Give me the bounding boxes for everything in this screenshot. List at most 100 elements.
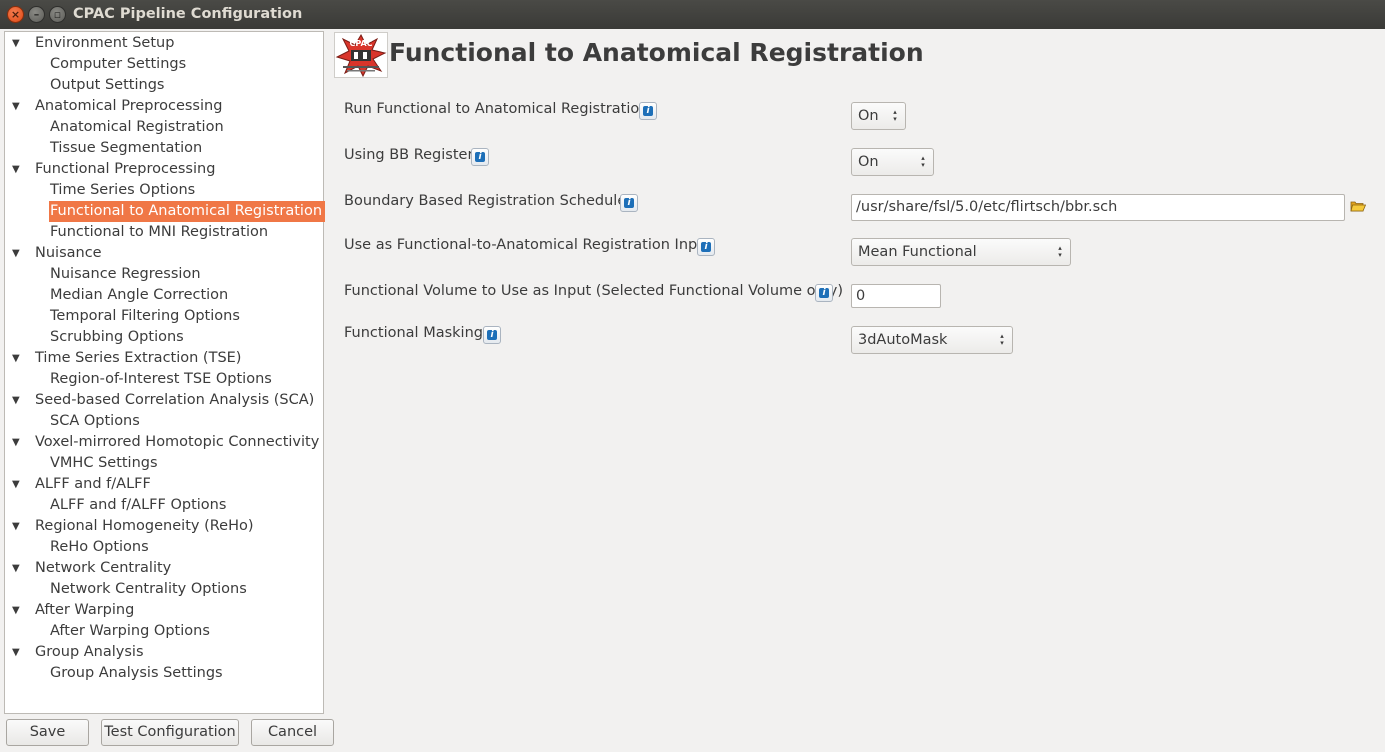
- tree-item-label: VMHC Settings: [50, 455, 158, 471]
- tree-item-label: Voxel-mirrored Homotopic Connectivity: [35, 434, 320, 450]
- help-icon[interactable]: i: [697, 238, 715, 256]
- tree-item-label: Output Settings: [50, 77, 165, 93]
- tree-item-scrubbing-options[interactable]: Scrubbing Options: [49, 327, 187, 348]
- tree-item-median-angle-correction[interactable]: Median Angle Correction: [49, 285, 231, 306]
- tree-item-label: ALFF and f/ALFF: [35, 476, 151, 492]
- functional-masking-select[interactable]: 3dAutoMask ▴ ▾: [851, 326, 1013, 354]
- tree-category-network-centrality[interactable]: Network Centrality: [34, 558, 174, 579]
- tree-item-vmhc-settings[interactable]: VMHC Settings: [49, 453, 161, 474]
- tree-item-label: Temporal Filtering Options: [50, 308, 240, 324]
- spin-arrows-icon: ▴ ▾: [921, 154, 925, 169]
- tree-category-time-series-extraction-tse[interactable]: Time Series Extraction (TSE): [34, 348, 244, 369]
- tree-item-label: Region-of-Interest TSE Options: [50, 371, 272, 387]
- functional-volume-input[interactable]: 0: [851, 284, 941, 308]
- tree-category-alff-and-f-alff[interactable]: ALFF and f/ALFF: [34, 474, 154, 495]
- tree-category-anatomical-preprocessing[interactable]: Anatomical Preprocessing: [34, 96, 225, 117]
- cpac-logo: CPAC: [334, 32, 388, 78]
- cancel-button[interactable]: Cancel: [251, 719, 334, 746]
- folder-open-icon[interactable]: [1350, 199, 1367, 213]
- spin-arrows-icon: ▴ ▾: [1000, 332, 1004, 347]
- expand-arrow-icon[interactable]: ▼: [12, 390, 22, 411]
- expand-arrow-icon[interactable]: ▼: [12, 96, 22, 117]
- tree-item-label: SCA Options: [50, 413, 140, 429]
- tree-item-label: Computer Settings: [50, 56, 187, 72]
- tree-item-label: Median Angle Correction: [50, 287, 229, 303]
- registration-input-value: Mean Functional: [858, 244, 977, 260]
- expand-arrow-icon[interactable]: ▼: [12, 642, 22, 663]
- tree-category-after-warping[interactable]: After Warping: [34, 600, 137, 621]
- tree-item-functional-to-anatomical-registration[interactable]: Functional to Anatomical Registration: [49, 201, 326, 222]
- tree-item-reho-options[interactable]: ReHo Options: [49, 537, 152, 558]
- tree-item-label: Regional Homogeneity (ReHo): [35, 518, 254, 534]
- expand-arrow-icon[interactable]: ▼: [12, 33, 22, 54]
- bb-register-value: On: [858, 154, 879, 170]
- tree-item-label: After Warping: [35, 602, 135, 618]
- save-button[interactable]: Save: [6, 719, 89, 746]
- expand-arrow-icon[interactable]: ▼: [12, 558, 22, 579]
- tree-item-region-of-interest-tse-options[interactable]: Region-of-Interest TSE Options: [49, 369, 275, 390]
- tree-category-voxel-mirrored-homotopic-connectivity[interactable]: Voxel-mirrored Homotopic Connectivity: [34, 432, 322, 453]
- tree-item-time-series-options[interactable]: Time Series Options: [49, 180, 198, 201]
- tree-item-label: Time Series Options: [50, 182, 196, 198]
- tree-item-group-analysis-settings[interactable]: Group Analysis Settings: [49, 663, 226, 684]
- tree-item-alff-and-f-alff-options[interactable]: ALFF and f/ALFF Options: [49, 495, 229, 516]
- tree-item-label: After Warping Options: [50, 623, 210, 639]
- tree-item-after-warping-options[interactable]: After Warping Options: [49, 621, 213, 642]
- maximize-icon[interactable]: ▫: [49, 6, 66, 23]
- expand-arrow-icon[interactable]: ▼: [12, 516, 22, 537]
- test-configuration-button[interactable]: Test Configuration: [101, 719, 239, 746]
- window-title: CPAC Pipeline Configuration: [73, 6, 303, 22]
- tree-item-label: Environment Setup: [35, 35, 175, 51]
- tree-item-tissue-segmentation[interactable]: Tissue Segmentation: [49, 138, 205, 159]
- tree-item-anatomical-registration[interactable]: Anatomical Registration: [49, 117, 227, 138]
- tree-item-functional-to-mni-registration[interactable]: Functional to MNI Registration: [49, 222, 271, 243]
- tree-item-label: Tissue Segmentation: [50, 140, 203, 156]
- tree-category-nuisance[interactable]: Nuisance: [34, 243, 105, 264]
- tree-item-label: ALFF and f/ALFF Options: [50, 497, 227, 513]
- minimize-icon[interactable]: –: [28, 6, 45, 23]
- tree-item-label: Functional Preprocessing: [35, 161, 216, 177]
- tree-item-label: Nuisance: [35, 245, 102, 261]
- tree-item-network-centrality-options[interactable]: Network Centrality Options: [49, 579, 250, 600]
- bb-register-label: Using BB Register: [344, 147, 474, 163]
- expand-arrow-icon[interactable]: ▼: [12, 243, 22, 264]
- tree-item-label: Functional to MNI Registration: [50, 224, 269, 240]
- help-icon[interactable]: i: [483, 326, 501, 344]
- tree-item-label: Group Analysis: [35, 644, 144, 660]
- run-registration-select[interactable]: On ▴ ▾: [851, 102, 906, 130]
- functional-masking-label: Functional Masking: [344, 325, 483, 341]
- page-title: Functional to Anatomical Registration: [389, 38, 924, 67]
- title-bar: × – ▫ CPAC Pipeline Configuration: [0, 0, 1385, 29]
- tree-category-group-analysis[interactable]: Group Analysis: [34, 642, 147, 663]
- registration-input-select[interactable]: Mean Functional ▴ ▾: [851, 238, 1071, 266]
- tree-item-label: Network Centrality Options: [50, 581, 247, 597]
- expand-arrow-icon[interactable]: ▼: [12, 348, 22, 369]
- tree-category-regional-homogeneity-reho[interactable]: Regional Homogeneity (ReHo): [34, 516, 257, 537]
- tree-item-computer-settings[interactable]: Computer Settings: [49, 54, 189, 75]
- expand-arrow-icon[interactable]: ▼: [12, 600, 22, 621]
- bbr-scheduler-input[interactable]: /usr/share/fsl/5.0/etc/flirtsch/bbr.sch: [851, 194, 1345, 221]
- help-icon[interactable]: i: [620, 194, 638, 212]
- tree-item-label: Network Centrality: [35, 560, 172, 576]
- bbr-scheduler-label: Boundary Based Registration Scheduler: [344, 193, 633, 209]
- tree-item-temporal-filtering-options[interactable]: Temporal Filtering Options: [49, 306, 243, 327]
- close-icon[interactable]: ×: [7, 6, 24, 23]
- bb-register-select[interactable]: On ▴ ▾: [851, 148, 934, 176]
- help-icon[interactable]: i: [639, 102, 657, 120]
- tree-item-nuisance-regression[interactable]: Nuisance Regression: [49, 264, 204, 285]
- tree-category-seed-based-correlation-analysis-sca[interactable]: Seed-based Correlation Analysis (SCA): [34, 390, 317, 411]
- tree-category-environment-setup[interactable]: Environment Setup: [34, 33, 177, 54]
- expand-arrow-icon[interactable]: ▼: [12, 159, 22, 180]
- tree-item-sca-options[interactable]: SCA Options: [49, 411, 143, 432]
- tree-category-functional-preprocessing[interactable]: Functional Preprocessing: [34, 159, 218, 180]
- help-icon[interactable]: i: [815, 284, 833, 302]
- expand-arrow-icon[interactable]: ▼: [12, 474, 22, 495]
- expand-arrow-icon[interactable]: ▼: [12, 432, 22, 453]
- functional-volume-label: Functional Volume to Use as Input (Selec…: [344, 283, 843, 299]
- settings-tree[interactable]: Environment Setup ▼ Computer Settings Outpu…: [4, 31, 326, 714]
- tree-item-label: Functional to Anatomical Registration: [49, 201, 326, 222]
- tree-item-output-settings[interactable]: Output Settings: [49, 75, 167, 96]
- help-icon[interactable]: i: [471, 148, 489, 166]
- tree-item-label: Seed-based Correlation Analysis (SCA): [35, 392, 315, 408]
- tree-item-label: Anatomical Preprocessing: [35, 98, 223, 114]
